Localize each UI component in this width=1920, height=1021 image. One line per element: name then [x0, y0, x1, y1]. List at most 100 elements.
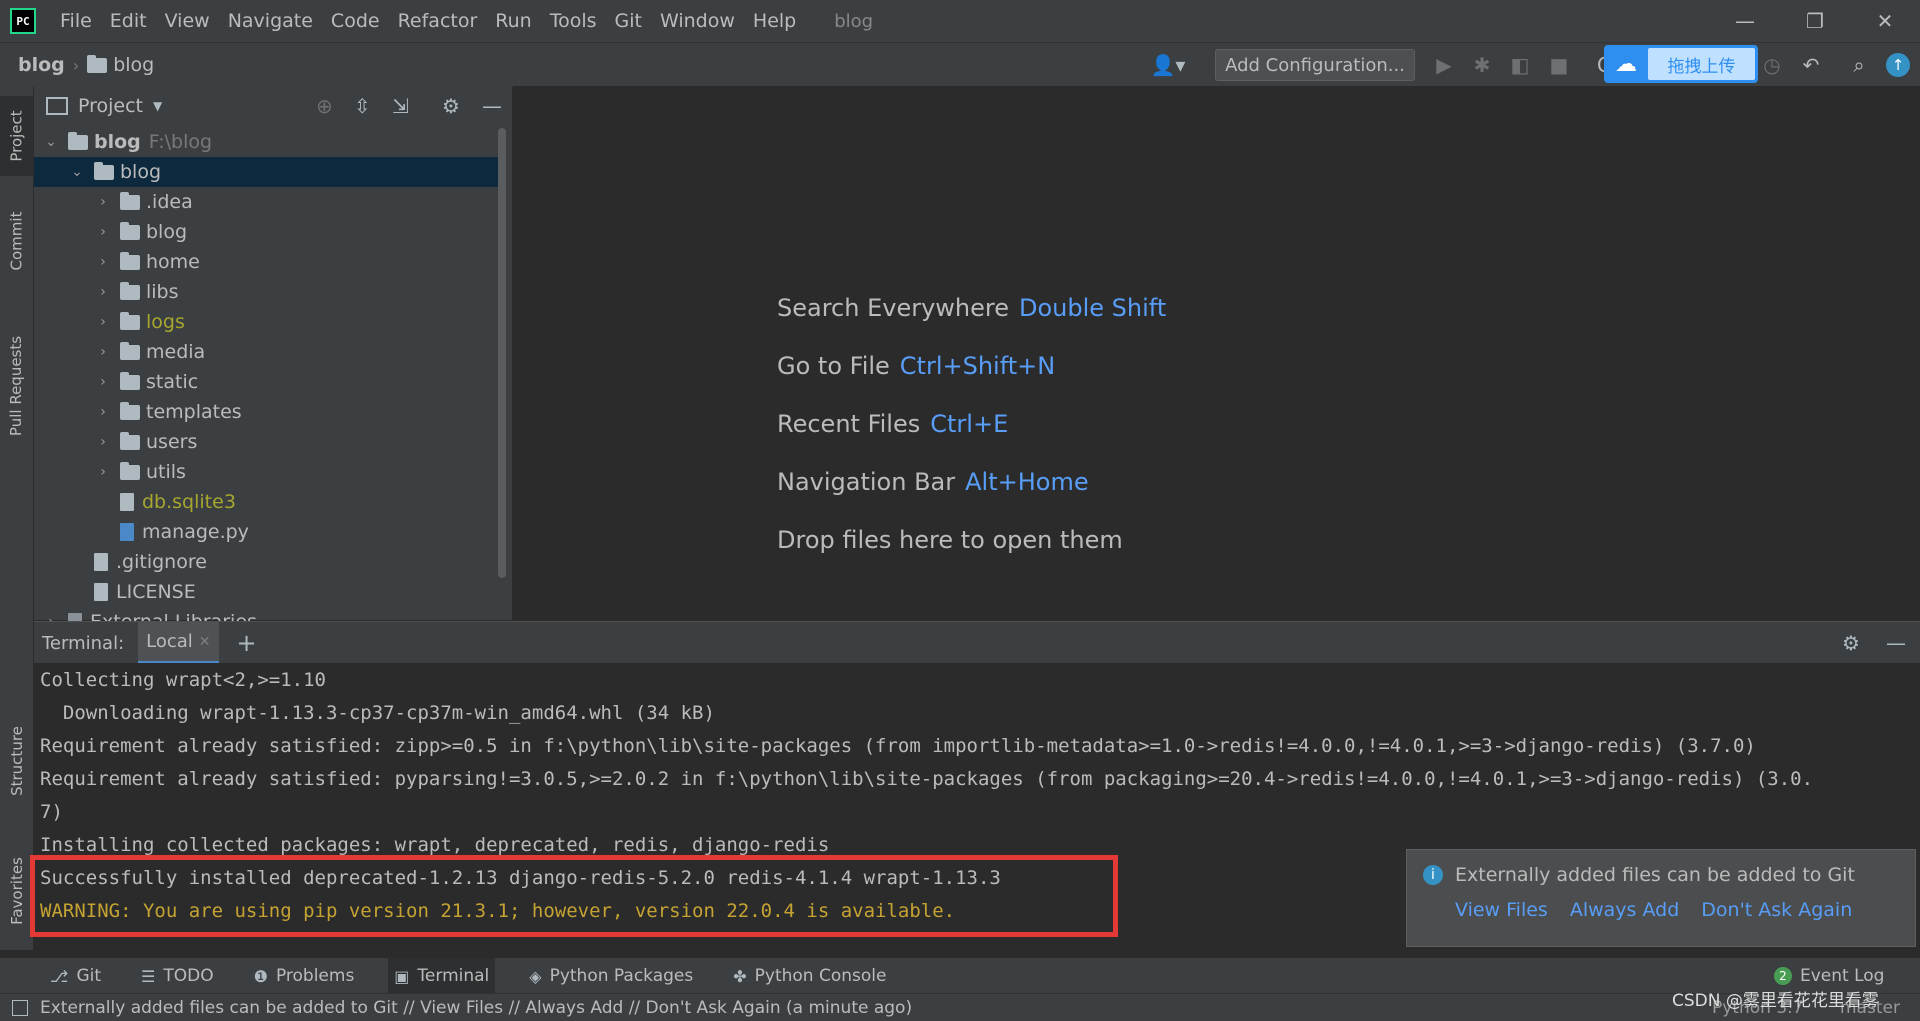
- menu-run[interactable]: Run: [495, 10, 531, 32]
- run-icon[interactable]: ▶: [1430, 51, 1458, 79]
- tree-item[interactable]: ⌄ blog: [34, 157, 504, 187]
- pycharm-logo-icon: PC: [10, 8, 36, 34]
- menu-edit[interactable]: Edit: [110, 10, 147, 32]
- hide-terminal-icon[interactable]: —: [1886, 631, 1906, 655]
- project-scrollbar[interactable]: [498, 128, 506, 578]
- terminal-title: Terminal:: [42, 632, 125, 654]
- close-window-icon[interactable]: ✕: [1850, 0, 1920, 42]
- minimize-window-icon[interactable]: —: [1710, 0, 1780, 42]
- chevron-right-icon[interactable]: ›: [96, 464, 110, 480]
- tree-item[interactable]: › blog: [34, 217, 504, 247]
- tree-item[interactable]: › templates: [34, 397, 504, 427]
- menu-tools[interactable]: Tools: [550, 10, 597, 32]
- tree-item[interactable]: › static: [34, 367, 504, 397]
- tab-todo[interactable]: ☰ TODO: [135, 958, 220, 994]
- undo-icon[interactable]: ↶: [1797, 51, 1825, 79]
- highlight-annotation-box: [30, 855, 1118, 937]
- tree-item[interactable]: › media: [34, 337, 504, 367]
- menu-code[interactable]: Code: [331, 10, 380, 32]
- add-configuration-button[interactable]: Add Configuration...: [1215, 49, 1415, 81]
- tree-item[interactable]: LICENSE: [34, 577, 504, 607]
- chevron-right-icon[interactable]: ›: [96, 344, 110, 360]
- tab-problems[interactable]: ❶ Problems: [248, 958, 361, 994]
- tab-structure[interactable]: Structure: [0, 706, 33, 816]
- chevron-right-icon[interactable]: ›: [96, 314, 110, 330]
- chevron-down-icon[interactable]: ⌄: [44, 134, 58, 150]
- expand-all-icon[interactable]: ⇳: [354, 94, 371, 118]
- chevron-right-icon[interactable]: ›: [96, 254, 110, 270]
- hide-panel-icon[interactable]: —: [482, 94, 502, 118]
- history-icon[interactable]: ◷: [1758, 51, 1786, 79]
- tab-python-console[interactable]: ✤ Python Console: [727, 958, 892, 994]
- close-tab-icon[interactable]: ✕: [199, 634, 211, 650]
- terminal-settings-icon[interactable]: ⚙: [1842, 631, 1860, 655]
- chevron-right-icon[interactable]: ›: [96, 404, 110, 420]
- menu-help[interactable]: Help: [753, 10, 796, 32]
- terminal-tab-local[interactable]: Local ✕: [138, 622, 219, 664]
- chevron-right-icon[interactable]: ›: [96, 284, 110, 300]
- baidu-upload-label: 拖拽上传: [1648, 48, 1755, 80]
- tree-item-label: db.sqlite3: [142, 491, 236, 513]
- bottom-tool-tabs: ⎇ Git ☰ TODO ❶ Problems ▣ Terminal ◈ Python Packa…: [0, 957, 1920, 994]
- tree-item[interactable]: › users: [34, 427, 504, 457]
- stop-icon[interactable]: ■: [1545, 51, 1573, 79]
- tree-item[interactable]: .gitignore: [34, 547, 504, 577]
- tree-item[interactable]: › logs: [34, 307, 504, 337]
- toggle-tool-windows-icon[interactable]: [12, 999, 28, 1016]
- tree-item-label: users: [146, 431, 198, 453]
- dont-ask-again-link[interactable]: Don't Ask Again: [1701, 899, 1852, 921]
- menu-navigate[interactable]: Navigate: [228, 10, 313, 32]
- status-message[interactable]: Externally added files can be added to G…: [40, 998, 912, 1018]
- menu-git[interactable]: Git: [615, 10, 642, 32]
- tree-item-label: blog: [146, 221, 188, 243]
- tree-item[interactable]: manage.py: [34, 517, 504, 547]
- chevron-right-icon[interactable]: ›: [96, 434, 110, 450]
- debug-icon[interactable]: ✱: [1468, 51, 1496, 79]
- chevron-right-icon[interactable]: ›: [96, 224, 110, 240]
- view-files-link[interactable]: View Files: [1455, 899, 1548, 921]
- gear-icon[interactable]: ⚙: [442, 94, 460, 118]
- breadcrumb-folder[interactable]: blog: [87, 54, 154, 76]
- chevron-right-icon[interactable]: ›: [96, 194, 110, 210]
- new-terminal-icon[interactable]: +: [237, 629, 257, 657]
- tree-item[interactable]: › utils: [34, 457, 504, 487]
- chevron-down-icon[interactable]: ⌄: [70, 164, 84, 180]
- baidu-upload-widget[interactable]: ☁ 拖拽上传: [1604, 45, 1758, 83]
- folder-icon: [68, 131, 88, 150]
- user-account-icon[interactable]: 👤▾: [1148, 51, 1188, 79]
- tree-root[interactable]: ⌄ blog F:\blog: [34, 127, 504, 157]
- tree-item-label: media: [146, 341, 206, 363]
- chevron-down-icon[interactable]: ▼: [153, 99, 162, 113]
- update-icon[interactable]: ↑: [1884, 51, 1912, 79]
- tree-item[interactable]: › home: [34, 247, 504, 277]
- menu-file[interactable]: File: [60, 10, 92, 32]
- event-log-button[interactable]: 2 Event Log: [1774, 966, 1884, 986]
- locate-file-icon[interactable]: ⊕: [316, 94, 333, 118]
- tab-pull-requests[interactable]: Pull Requests: [0, 316, 33, 456]
- tree-item[interactable]: › .idea: [34, 187, 504, 217]
- tab-python-packages[interactable]: ◈ Python Packages: [523, 958, 699, 994]
- tab-favorites[interactable]: Favorites: [0, 841, 33, 941]
- tab-commit[interactable]: Commit: [0, 196, 33, 286]
- coverage-icon[interactable]: ◧: [1506, 51, 1534, 79]
- tree-item[interactable]: db.sqlite3: [34, 487, 504, 517]
- menu-refactor[interactable]: Refactor: [398, 10, 478, 32]
- collapse-all-icon[interactable]: ⇲: [392, 94, 409, 118]
- tab-git[interactable]: ⎇ Git: [44, 958, 107, 994]
- breadcrumb-project[interactable]: blog: [18, 54, 65, 76]
- project-panel: Project ▼ ⊕ ⇳ ⇲ ⚙ — ⌄ blog F:\blog ⌄ blog…: [34, 86, 512, 633]
- restore-window-icon[interactable]: ❐: [1780, 0, 1850, 42]
- project-view-label[interactable]: Project: [78, 95, 143, 117]
- menu-view[interactable]: View: [165, 10, 210, 32]
- tree-item[interactable]: › libs: [34, 277, 504, 307]
- tree-item-label: logs: [146, 311, 185, 333]
- hint-label: Navigation Bar: [777, 468, 956, 496]
- tab-terminal[interactable]: ▣ Terminal: [388, 958, 496, 994]
- hint-label: Recent Files: [777, 410, 921, 438]
- menu-window[interactable]: Window: [660, 10, 735, 32]
- tab-project[interactable]: Project: [0, 96, 33, 176]
- search-icon[interactable]: ⌕: [1845, 51, 1873, 79]
- always-add-link[interactable]: Always Add: [1570, 899, 1679, 921]
- chevron-right-icon[interactable]: ›: [96, 374, 110, 390]
